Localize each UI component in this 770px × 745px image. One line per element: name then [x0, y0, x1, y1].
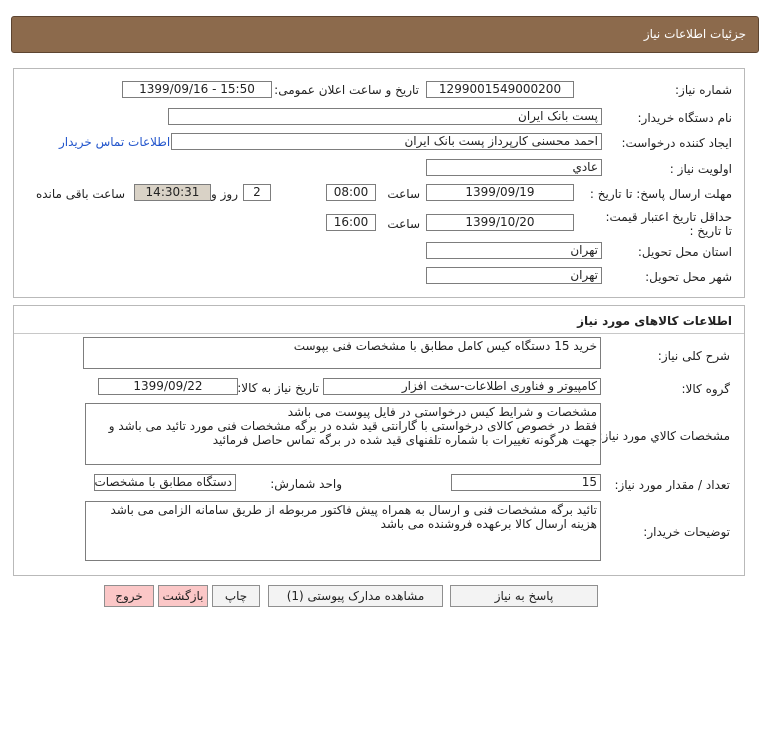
specs-field: مشخصات و شرایط کیس درخواستی در فایل پیوس… — [85, 403, 601, 465]
announce-datetime-label: تاریخ و ساعت اعلان عمومی: — [274, 83, 419, 97]
announce-datetime-field: 1399/09/16 - 15:50 — [122, 81, 272, 98]
specs-line: مشخصات و شرایط کیس درخواستی در فایل پیوس… — [287, 405, 597, 419]
reply-time-field: 08:00 — [326, 184, 376, 201]
page-header: جزئیات اطلاعات نیاز — [11, 16, 759, 53]
days-field: 2 — [243, 184, 271, 201]
need-date-label: تاریخ نیاز به کالا: — [237, 381, 319, 395]
remaining-label: ساعت باقی مانده — [35, 187, 125, 201]
validity-time-label: ساعت — [387, 217, 420, 231]
reply-date-field: 1399/09/19 — [426, 184, 574, 201]
qty-field: 15 — [451, 474, 601, 491]
print-button[interactable]: چاپ — [212, 585, 260, 607]
reply-deadline-label: مهلت ارسال پاسخ: تا تاریخ : — [589, 187, 732, 201]
reply-button[interactable]: پاسخ به نیاز — [450, 585, 598, 607]
buyer-org-label: نام دستگاه خریدار: — [637, 111, 733, 125]
price-validity-label: حداقل تاریخ اعتبار قیمت: — [605, 210, 732, 224]
unit-field: دستگاه مطابق با مشخصات — [94, 474, 236, 491]
validity-date-field: 1399/10/20 — [426, 214, 574, 231]
buyer-notes-label: توضیحات خریدار: — [643, 525, 730, 539]
summary-field: خرید 15 دستگاه کیس کامل مطابق با مشخصات … — [83, 337, 601, 369]
city-label: شهر محل تحویل: — [645, 270, 732, 284]
province-label: استان محل تحویل: — [637, 245, 732, 259]
days-label: روز و — [211, 187, 238, 201]
requester-label: ایجاد کننده درخواست: — [621, 136, 732, 150]
specs-line: فقط در خصوص کالای درخواستی با گارانتی قی… — [108, 419, 597, 433]
buyer-notes-line: هزینه ارسال کالا برعهده فروشنده می باشد — [380, 517, 597, 531]
price-validity-to-label: تا تاریخ : — [689, 224, 732, 238]
section-divider — [14, 333, 744, 334]
province-field: تهران — [426, 242, 602, 259]
unit-label: واحد شمارش: — [270, 477, 342, 491]
requester-field: احمد محسنی کارپرداز پست بانک ایران — [171, 133, 602, 150]
buyer-org-field: پست بانک ایران — [168, 108, 602, 125]
priority-field: عادي — [426, 159, 602, 176]
remaining-time-field: 14:30:31 — [134, 184, 211, 201]
need-number-field: 1299001549000200 — [426, 81, 574, 98]
buyer-notes-line: تائید برگه مشخصات فنی و ارسال به همراه پ… — [110, 503, 597, 517]
back-button[interactable]: بازگشت — [158, 585, 208, 607]
group-field: کامپیوتر و فناوری اطلاعات-سخت افزار — [323, 378, 601, 395]
buyer-contact-link[interactable]: اطلاعات تماس خریدار — [59, 135, 170, 149]
qty-label: تعداد / مقدار مورد نیاز: — [614, 478, 730, 492]
page-title: جزئیات اطلاعات نیاز — [643, 27, 746, 41]
specs-line: جهت هرگونه تغییرات با شماره تلفنهای قید … — [212, 433, 597, 447]
city-field: تهران — [426, 267, 602, 284]
summary-label: شرح کلی نیاز: — [657, 349, 730, 363]
group-label: گروه کالا: — [681, 382, 731, 396]
summary-text: خرید 15 دستگاه کیس کامل مطابق با مشخصات … — [293, 339, 597, 353]
reply-time-label: ساعت — [387, 187, 420, 201]
validity-time-field: 16:00 — [326, 214, 376, 231]
view-attachments-button[interactable]: مشاهده مدارک پیوستی (1) — [268, 585, 443, 607]
buyer-notes-field: تائید برگه مشخصات فنی و ارسال به همراه پ… — [85, 501, 601, 561]
need-date-field: 1399/09/22 — [98, 378, 238, 395]
goods-panel: اطلاعات کالاهای مورد نیاز شرح کلی نیاز: … — [13, 305, 745, 576]
specs-label: مشخصات کالاي مورد نياز: — [598, 429, 730, 443]
priority-label: اولویت نیاز : — [669, 162, 732, 176]
need-number-label: شماره نیاز: — [675, 83, 732, 97]
need-info-panel: شماره نیاز: 1299001549000200 تاریخ و ساع… — [13, 68, 745, 298]
exit-button[interactable]: خروج — [104, 585, 154, 607]
goods-section-title: اطلاعات کالاهای مورد نیاز — [577, 314, 732, 328]
